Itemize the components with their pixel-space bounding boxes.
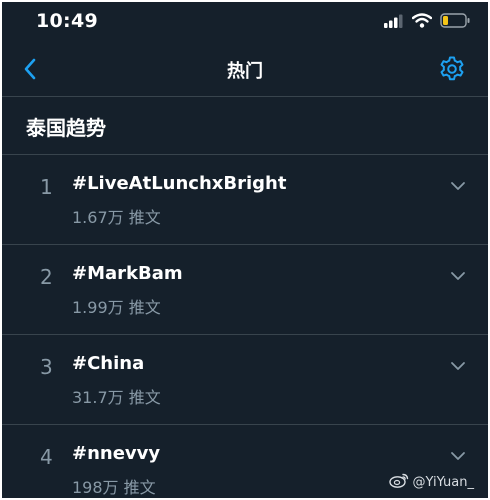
more-options-button[interactable] [450,267,466,280]
trend-tweet-count: 31.7万 推文 [72,388,161,407]
trend-tweet-count: 198万 推文 [72,478,156,497]
trend-rank: 4 [40,445,53,469]
watermark: @YiYuan_ [388,472,474,492]
chevron-down-icon [451,452,465,460]
trend-tweet-count: 1.99万 推文 [72,298,161,317]
wifi-icon [411,13,433,32]
weibo-logo-icon [388,472,409,492]
phone-screen: 10:49 热门 泰国趋势 1 #LiveAtLunchxBright 1.67… [2,2,488,498]
trend-tweet-count: 1.67万 推文 [72,208,161,227]
trend-rank: 1 [40,175,53,199]
nav-bar: 热门 [2,42,488,97]
watermark-text: @YiYuan_ [412,474,474,490]
more-options-button[interactable] [450,357,466,370]
chevron-down-icon [451,272,465,280]
gear-icon [440,56,464,81]
status-time: 10:49 [36,10,98,32]
trend-item[interactable]: 3 #China 31.7万 推文 [2,335,488,425]
settings-button[interactable] [438,55,466,83]
status-icons [384,13,470,32]
trend-rank: 3 [40,355,53,379]
page-title: 热门 [227,61,263,82]
trend-item[interactable]: 2 #MarkBam 1.99万 推文 [2,245,488,335]
status-bar: 10:49 [2,2,488,42]
trend-hashtag[interactable]: #MarkBam [72,263,183,284]
trend-list: 1 #LiveAtLunchxBright 1.67万 推文 2 #MarkBa… [2,155,488,498]
trend-hashtag[interactable]: #China [72,353,144,374]
trend-rank: 2 [40,265,53,289]
section-header: 泰国趋势 [2,97,488,155]
chevron-down-icon [451,362,465,370]
trend-hashtag[interactable]: #nnevvy [72,443,160,464]
cellular-signal-icon [384,13,404,32]
section-title: 泰国趋势 [26,116,106,140]
trend-item[interactable]: 1 #LiveAtLunchxBright 1.67万 推文 [2,155,488,245]
trend-hashtag[interactable]: #LiveAtLunchxBright [72,173,286,194]
more-options-button[interactable] [450,447,466,460]
more-options-button[interactable] [450,177,466,190]
battery-low-icon [440,13,470,32]
chevron-down-icon [451,182,465,190]
